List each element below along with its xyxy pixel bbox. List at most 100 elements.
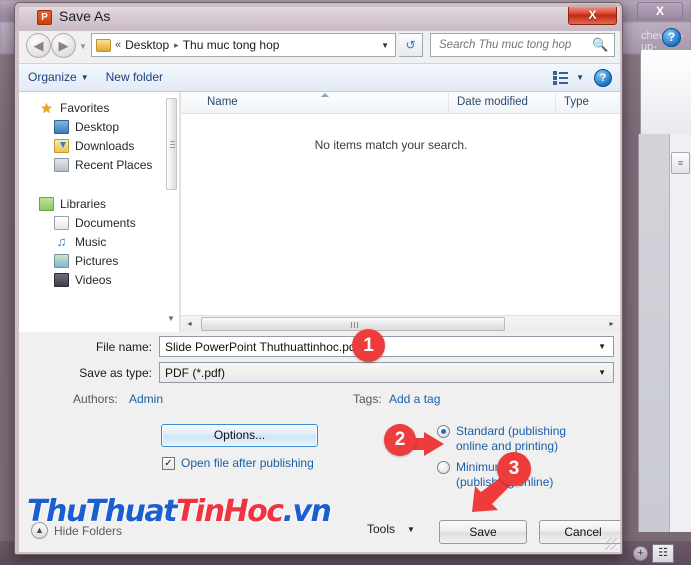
column-header-date-modified[interactable]: Date modified [449, 92, 556, 114]
sidebar-scroll-down-icon[interactable]: ▼ [167, 314, 175, 323]
breadcrumb-current-folder[interactable]: Thu muc tong hop [183, 38, 280, 52]
watermark-logo: ThuThuatTinHoc.vn [27, 494, 332, 529]
sidebar-item-music[interactable]: ♫ Music [19, 232, 179, 251]
open-after-publishing-label: Open file after publishing [181, 456, 314, 470]
pictures-icon [54, 253, 69, 268]
chevron-down-icon[interactable]: ▼ [598, 368, 606, 377]
optimize-standard-option[interactable]: Standard (publishing online and printing… [437, 424, 568, 454]
sort-ascending-icon [321, 93, 329, 97]
sidebar-item-videos[interactable]: Videos [19, 270, 179, 289]
folder-icon [96, 38, 111, 52]
sidebar-group-libraries[interactable]: Libraries [19, 194, 179, 213]
view-layout-icon[interactable] [553, 70, 569, 85]
sidebar-item-pictures[interactable]: Pictures [19, 251, 179, 270]
breadcrumb-desktop[interactable]: Desktop [125, 38, 169, 52]
watermark-part-3: .vn [282, 494, 332, 529]
address-dropdown-icon[interactable]: ▼ [381, 41, 389, 50]
help-question-icon[interactable]: ? [662, 28, 681, 47]
scroll-left-arrow-icon[interactable]: ◂ [181, 316, 198, 332]
libraries-icon [39, 196, 54, 211]
sidebar-item-label: Pictures [75, 253, 119, 268]
background-document-area [640, 50, 691, 134]
background-close-button[interactable]: X [637, 2, 683, 20]
column-header-type[interactable]: Type [556, 92, 620, 114]
chevron-down-icon[interactable]: ▼ [598, 342, 606, 351]
authors-value[interactable]: Admin [129, 392, 163, 406]
empty-list-message: No items match your search. [314, 138, 468, 152]
explorer-body: ★ Favorites Desktop Downloads Recent Pla… [19, 92, 620, 332]
sidebar-item-label: Desktop [75, 119, 120, 134]
sidebar-group-label: Libraries [60, 196, 107, 211]
search-box[interactable]: 🔍 [430, 33, 615, 57]
background-vertical-scrollbar[interactable]: ▲ ▼ ▲ ▼ [669, 134, 691, 532]
tags-label: Tags: [353, 392, 382, 406]
sidebar-item-documents[interactable]: Documents [19, 213, 179, 232]
new-folder-button[interactable]: New folder [97, 64, 172, 91]
breadcrumb-separator-icon: ▸ [174, 39, 179, 50]
search-icon[interactable]: 🔍 [592, 37, 608, 53]
save-as-type-select[interactable]: PDF (*.pdf) ▼ [159, 362, 614, 383]
sidebar-group-label: Favorites [60, 100, 110, 115]
star-icon: ★ [40, 99, 53, 116]
search-input[interactable] [437, 38, 592, 52]
file-name-value: Slide PowerPoint Thuthuattinhoc.pdf [165, 339, 359, 354]
sidebar-group-favorites[interactable]: ★ Favorites [19, 98, 179, 117]
back-button[interactable]: ◀ [26, 33, 51, 58]
dialog-title: Save As [59, 8, 111, 24]
tools-button[interactable]: Tools ▼ [367, 522, 415, 536]
save-button[interactable]: Save [439, 520, 527, 544]
forward-button[interactable]: ▶ [51, 33, 76, 58]
save-as-type-label: Save as type: [79, 366, 152, 380]
sidebar-item-recent-places[interactable]: Recent Places [19, 155, 179, 174]
open-file-after-publishing-row[interactable]: ✓ Open file after publishing [162, 456, 314, 470]
background-status-right: + ☷ [633, 543, 687, 563]
navigation-sidebar[interactable]: ★ Favorites Desktop Downloads Recent Pla… [19, 92, 179, 332]
file-list-pane[interactable]: Name Date modified Type No items match y… [181, 92, 620, 332]
view-dropdown-icon[interactable]: ▼ [576, 73, 584, 82]
desktop-icon [54, 119, 69, 134]
hscroll-track[interactable] [198, 316, 603, 332]
sidebar-scrollbar-thumb[interactable] [166, 98, 177, 190]
sidebar-item-label: Recent Places [75, 157, 153, 172]
hscroll-thumb[interactable] [201, 317, 505, 331]
powerpoint-app-icon: P [37, 10, 52, 25]
options-button[interactable]: Options... [161, 424, 318, 447]
background-scrollbar-thumb[interactable]: ≡ [671, 152, 690, 174]
dialog-titlebar[interactable]: P Save As X [15, 3, 622, 31]
chevron-up-icon[interactable]: chevron-up-icon [641, 31, 684, 64]
command-bar: Organize ▼ New folder ▼ ? [19, 63, 620, 92]
address-bar[interactable]: « Desktop ▸ Thu muc tong hop ▼ [91, 33, 396, 57]
organize-button[interactable]: Organize [19, 64, 86, 91]
file-list-horizontal-scrollbar[interactable]: ◂ ▸ [181, 315, 620, 332]
history-dropdown-icon[interactable]: ▼ [79, 42, 87, 51]
add-a-tag-link[interactable]: Add a tag [389, 392, 440, 406]
annotation-marker-2: 2 [384, 424, 416, 456]
file-list-column-headers: Name Date modified Type [181, 92, 620, 114]
file-name-input[interactable]: Slide PowerPoint Thuthuattinhoc.pdf ▼ [159, 336, 614, 357]
annotation-marker-3: 3 [497, 452, 531, 486]
file-name-label: File name: [95, 340, 152, 354]
close-button[interactable]: X [568, 5, 617, 25]
help-icon[interactable]: ? [594, 68, 612, 87]
resize-grip-icon[interactable] [605, 538, 617, 550]
tools-label: Tools [367, 522, 396, 536]
open-after-publishing-checkbox[interactable]: ✓ [162, 456, 175, 470]
navigation-bar: ◀ ▶ ▼ « Desktop ▸ Thu muc tong hop ▼ ↺ 🔍 [19, 31, 620, 61]
sidebar-item-desktop[interactable]: Desktop [19, 117, 179, 136]
radio-button-minimum[interactable] [437, 461, 450, 474]
scroll-right-arrow-icon[interactable]: ▸ [603, 316, 620, 332]
save-as-type-value: PDF (*.pdf) [165, 365, 226, 380]
chevron-down-icon[interactable]: ▼ [81, 73, 97, 82]
sidebar-item-label: Downloads [75, 138, 135, 153]
refresh-button[interactable]: ↺ [399, 33, 423, 57]
sidebar-item-downloads[interactable]: Downloads [19, 136, 179, 155]
scrollbar-grip-icon [170, 141, 175, 148]
watermark-part-1: ThuThuat [27, 494, 177, 529]
documents-icon [54, 215, 69, 230]
zoom-in-icon[interactable]: + [633, 545, 648, 561]
address-chevrons-icon[interactable]: « [115, 39, 121, 51]
downloads-icon [54, 138, 69, 153]
sidebar-item-label: Videos [75, 272, 112, 287]
chevron-down-icon[interactable]: ▼ [407, 525, 415, 534]
fit-slide-icon[interactable]: ☷ [652, 543, 674, 563]
